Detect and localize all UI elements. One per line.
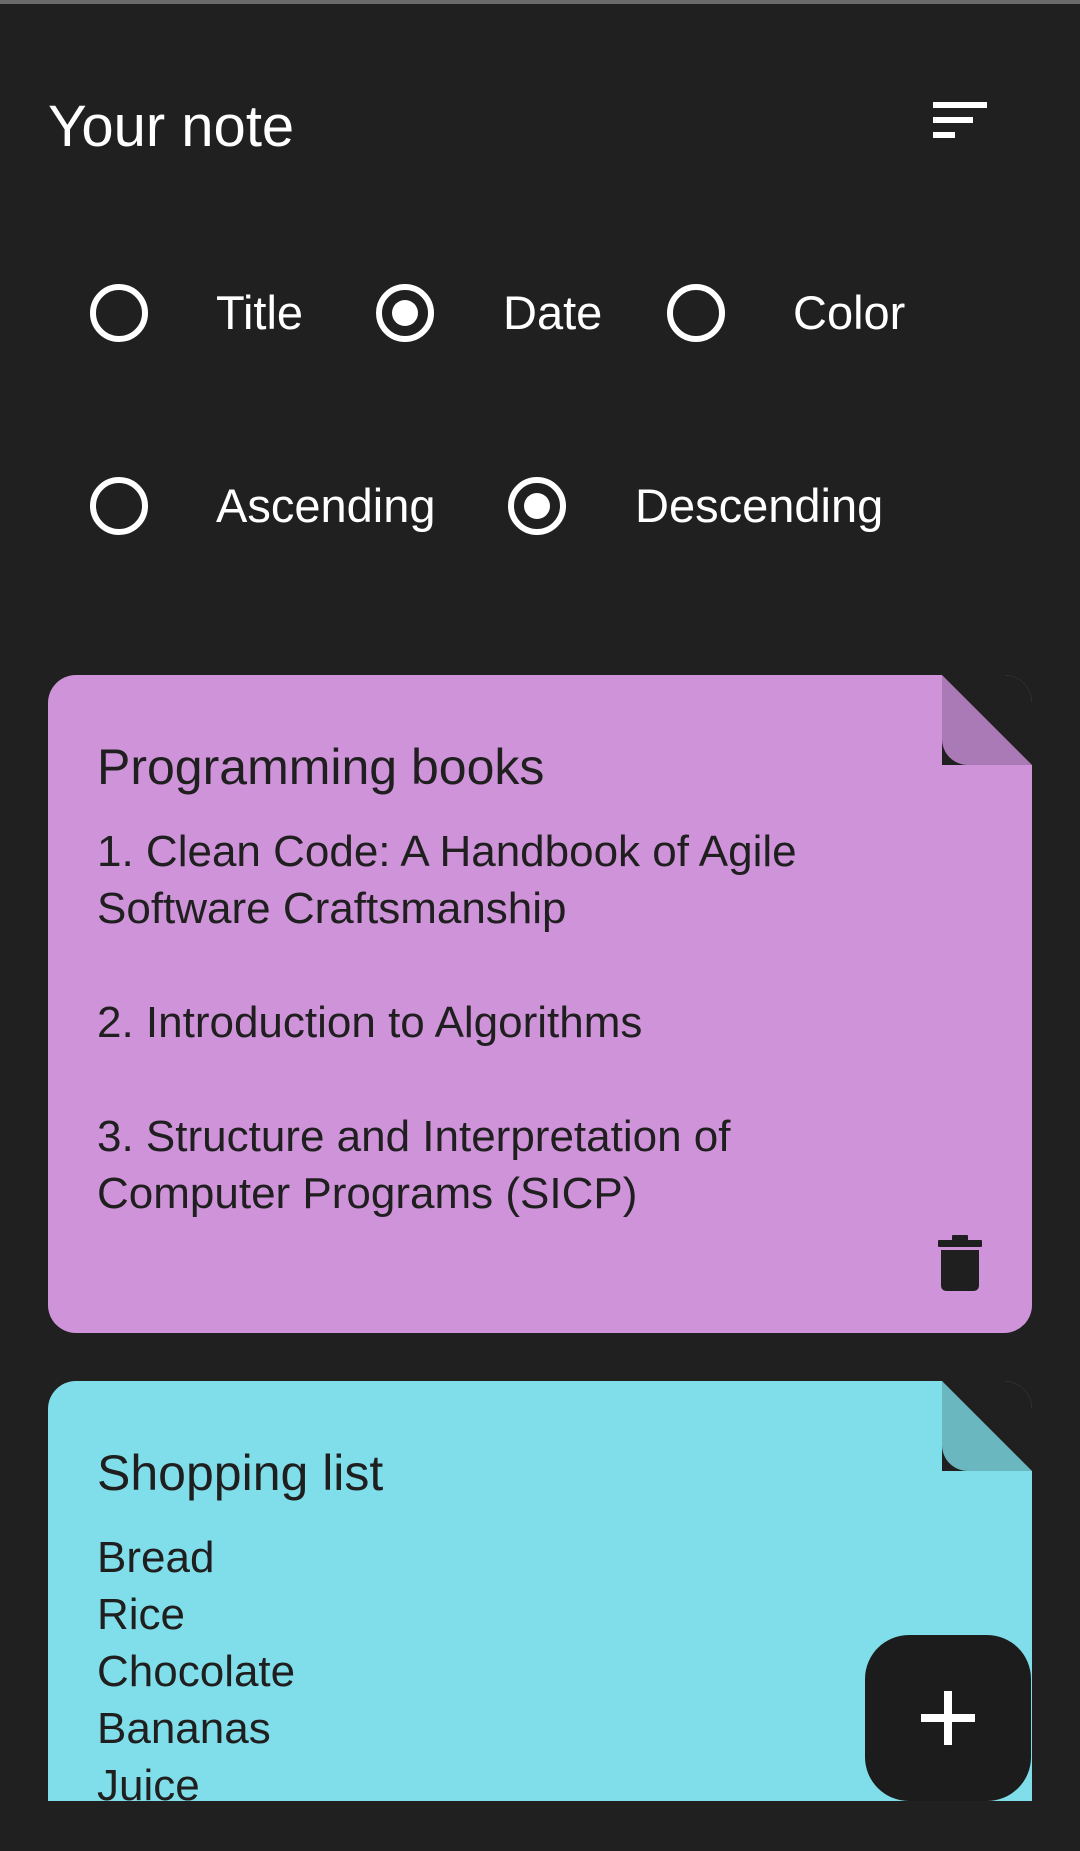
radio-title[interactable] bbox=[90, 284, 148, 342]
delete-note-button[interactable] bbox=[938, 1235, 982, 1291]
radio-label-ascending[interactable]: Ascending bbox=[216, 476, 436, 536]
radio-label-color[interactable]: Color bbox=[793, 283, 905, 343]
radio-date[interactable] bbox=[376, 284, 434, 342]
status-bar bbox=[0, 0, 1080, 4]
sort-direction-group: Ascending Descending bbox=[0, 468, 1080, 548]
radio-dot bbox=[524, 493, 550, 519]
sort-toggle-button[interactable] bbox=[910, 90, 1010, 150]
radio-label-title[interactable]: Title bbox=[216, 283, 303, 343]
note-title: Shopping list bbox=[97, 1445, 384, 1501]
radio-ascending[interactable] bbox=[90, 477, 148, 535]
note-card[interactable]: Programming books 1. Clean Code: A Handb… bbox=[48, 675, 1032, 1333]
trash-icon bbox=[938, 1235, 982, 1291]
note-content: Bread Rice Chocolate Bananas Juice bbox=[97, 1533, 296, 1801]
page-title: Your note bbox=[48, 94, 295, 159]
sort-icon bbox=[933, 102, 987, 138]
radio-label-date[interactable]: Date bbox=[503, 283, 602, 343]
sort-order-group: Title Date Color bbox=[0, 275, 1080, 355]
radio-descending[interactable] bbox=[508, 477, 566, 535]
radio-dot bbox=[392, 300, 418, 326]
add-note-button[interactable] bbox=[865, 1635, 1031, 1801]
plus-icon bbox=[921, 1691, 975, 1745]
radio-color[interactable] bbox=[667, 284, 725, 342]
note-content: 1. Clean Code: A Handbook of Agile Softw… bbox=[97, 827, 797, 1218]
radio-label-descending[interactable]: Descending bbox=[635, 476, 883, 536]
note-title: Programming books bbox=[97, 739, 545, 795]
